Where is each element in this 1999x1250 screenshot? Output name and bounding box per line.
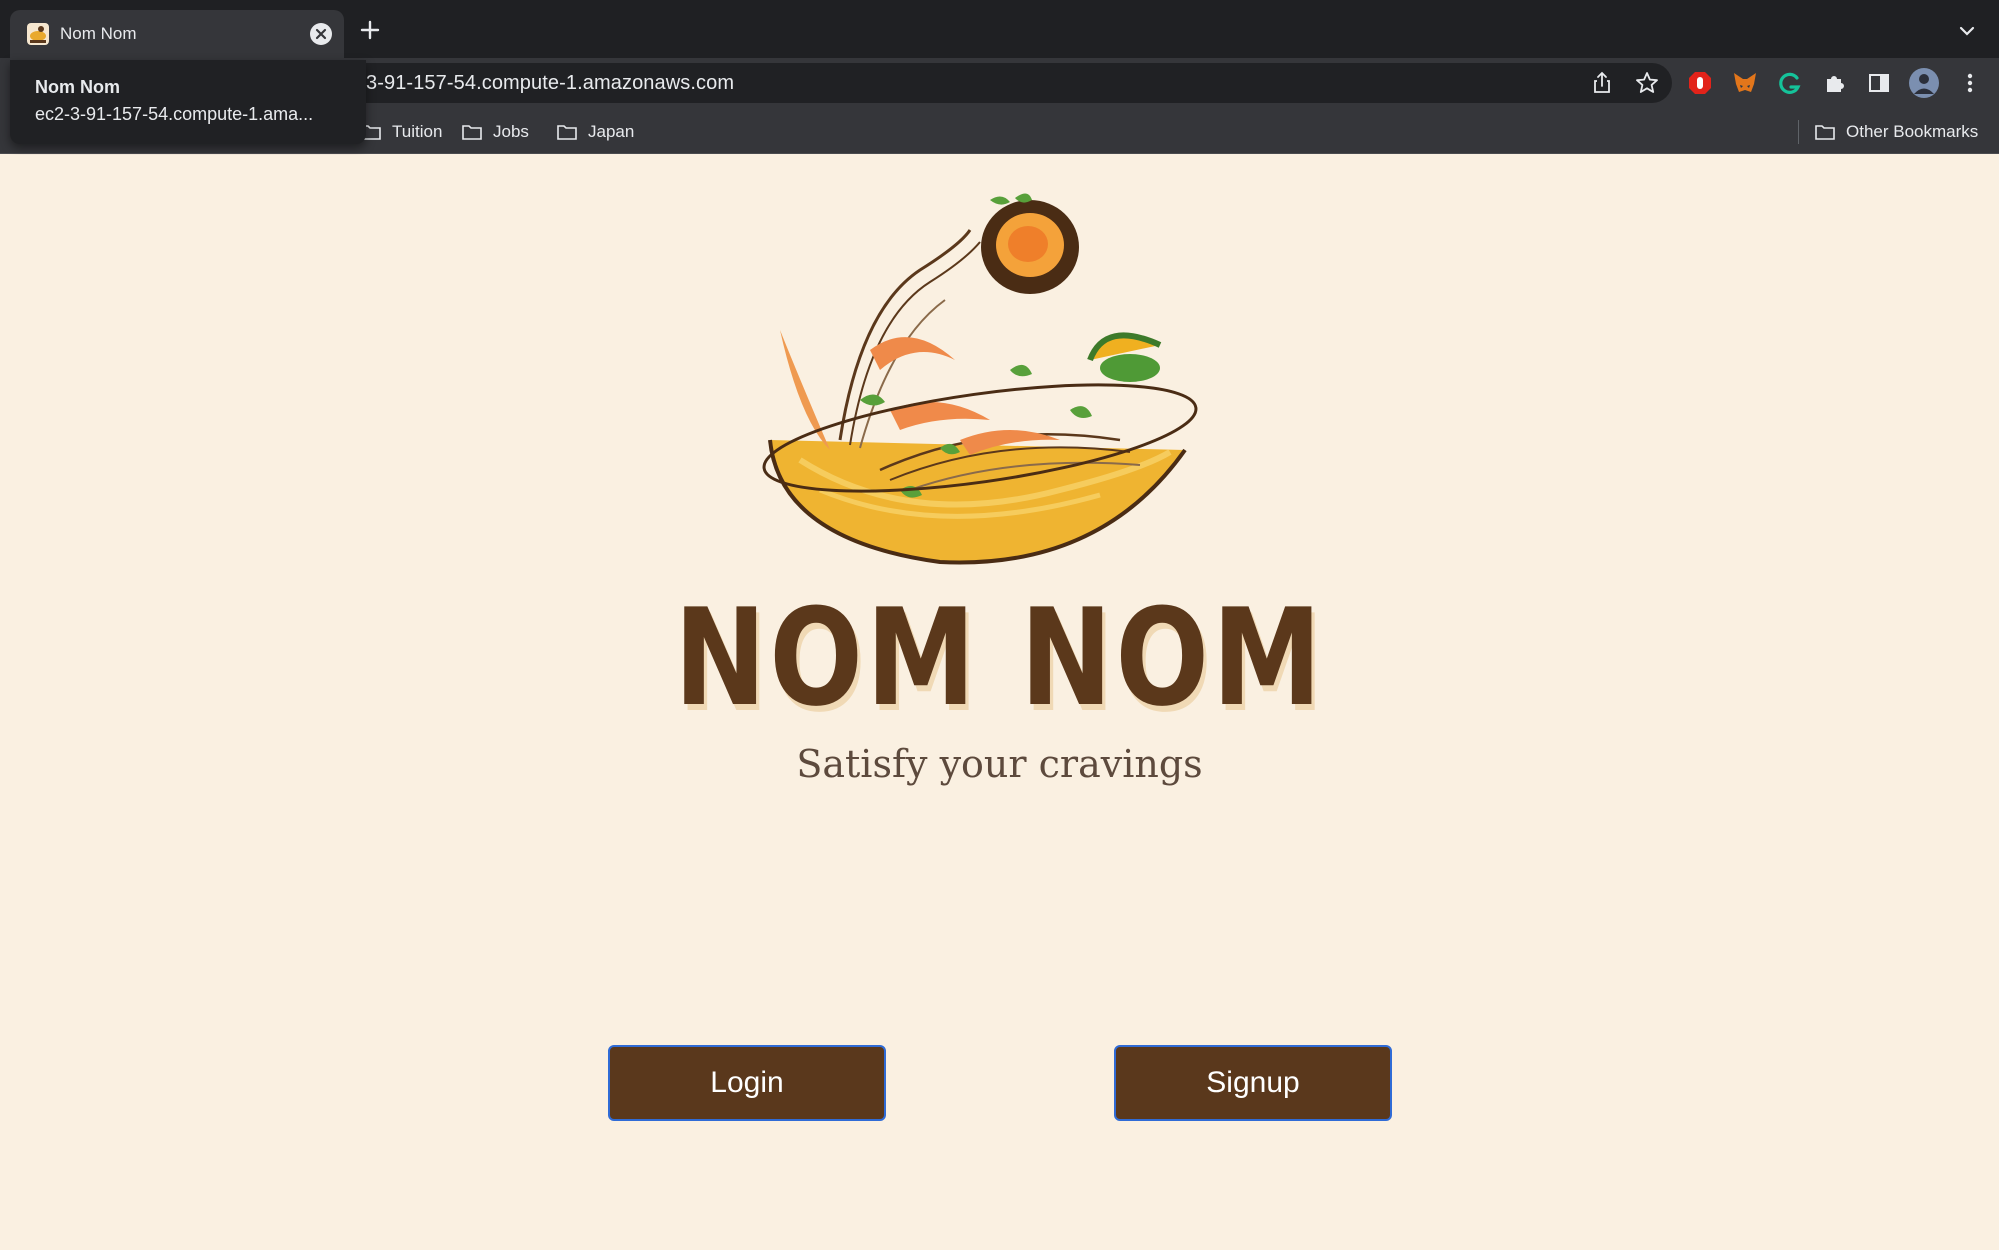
tooltip-title: Nom Nom bbox=[35, 77, 120, 97]
profile-avatar[interactable] bbox=[1908, 67, 1940, 99]
bookmark-label: Jobs bbox=[493, 122, 529, 141]
adblock-icon[interactable] bbox=[1687, 70, 1713, 96]
favicon-icon bbox=[27, 23, 49, 45]
signup-button[interactable]: Signup bbox=[1114, 1045, 1392, 1121]
bookmark-label: Japan bbox=[588, 122, 635, 141]
metamask-fox-icon[interactable] bbox=[1732, 70, 1758, 96]
menu-kebab-icon[interactable] bbox=[1957, 70, 1983, 96]
tooltip-url: ec2-3-91-157-54.compute-1.ama... bbox=[35, 104, 314, 124]
share-icon[interactable] bbox=[1589, 70, 1615, 96]
grammarly-icon[interactable] bbox=[1777, 70, 1803, 96]
tab-close-icon[interactable] bbox=[310, 23, 332, 45]
tab-search-chevron-down-icon[interactable] bbox=[1958, 24, 1976, 36]
tab-title: Nom Nom bbox=[60, 24, 137, 43]
other-bookmarks-label: Other Bookmarks bbox=[1846, 122, 1979, 141]
folder-icon bbox=[1815, 125, 1835, 140]
side-panel-icon[interactable] bbox=[1866, 70, 1892, 96]
bookmark-jobs[interactable]: Jobs bbox=[461, 121, 529, 143]
bookmarks-divider bbox=[1798, 120, 1799, 144]
tab-strip: Nom Nom bbox=[0, 0, 1999, 58]
folder-icon bbox=[557, 125, 577, 140]
tab-hover-tooltip: Nom Nom ec2-3-91-157-54.compute-1.ama... bbox=[10, 60, 366, 144]
tagline: Satisfy your cravings bbox=[796, 742, 1203, 786]
login-button[interactable]: Login bbox=[608, 1045, 886, 1121]
brand-title: NOM NOM bbox=[674, 580, 1325, 736]
star-icon[interactable] bbox=[1634, 70, 1660, 96]
bookmark-japan[interactable]: Japan bbox=[556, 121, 634, 143]
folder-icon bbox=[462, 125, 482, 140]
bookmark-label: Tuition bbox=[392, 122, 443, 141]
other-bookmarks[interactable]: Other Bookmarks bbox=[1814, 121, 1978, 143]
address-bar-url[interactable]: 3-91-157-54.compute-1.amazonaws.com bbox=[366, 72, 734, 95]
extensions-puzzle-icon[interactable] bbox=[1822, 70, 1848, 96]
bookmark-tuition[interactable]: Tuition bbox=[360, 121, 442, 143]
new-tab-plus-icon[interactable] bbox=[360, 20, 380, 40]
tab-nom-nom[interactable]: Nom Nom bbox=[10, 10, 344, 58]
noodle-bowl-logo-illustration bbox=[762, 193, 1198, 565]
